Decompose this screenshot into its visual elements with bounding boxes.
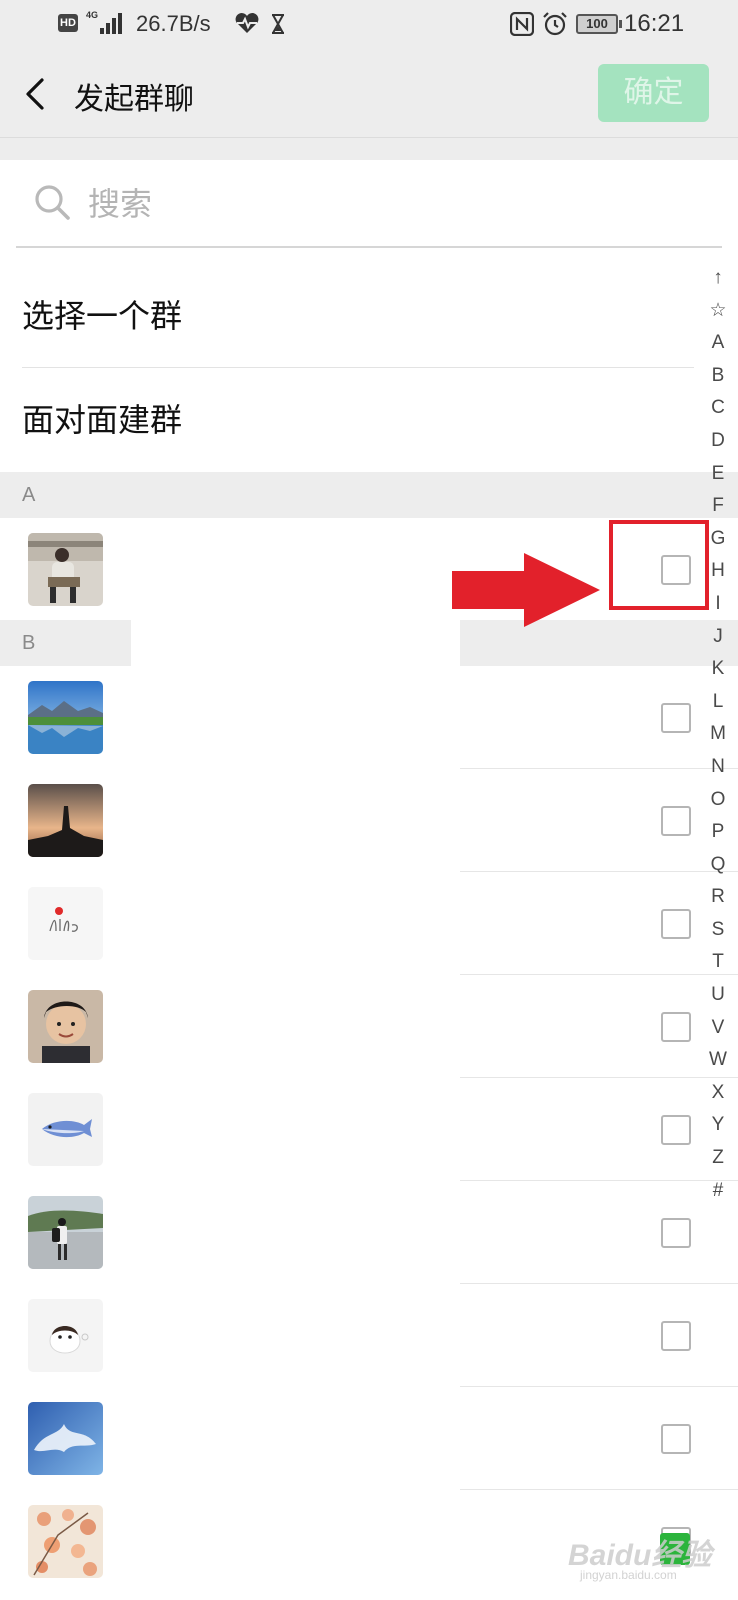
highlight-box <box>609 520 709 610</box>
hourglass-icon <box>272 14 284 34</box>
index-item-up[interactable]: ↑ <box>700 262 736 295</box>
title-bar: 发起群聊 确定 <box>0 50 738 138</box>
avatar <box>28 681 103 754</box>
avatar <box>28 1505 103 1578</box>
index-item-star[interactable]: ☆ <box>700 295 736 328</box>
red-arrow-icon <box>452 553 600 627</box>
select-checkbox[interactable] <box>661 806 691 836</box>
search-icon <box>35 185 70 220</box>
avatar <box>28 1402 103 1475</box>
index-item-l[interactable]: L <box>700 686 736 719</box>
network-type-label: 4G <box>86 10 99 20</box>
index-item-f[interactable]: F <box>700 490 736 523</box>
battery-indicator: 100 <box>576 14 622 34</box>
alphabet-index-bar[interactable]: ↑ ☆ A B C D E F G H I J K L M N O P Q R … <box>700 262 736 1207</box>
contact-row[interactable] <box>0 975 738 1078</box>
contact-row[interactable] <box>0 1078 738 1181</box>
select-checkbox[interactable] <box>661 1012 691 1042</box>
watermark-subtext: jingyan.baidu.com <box>580 1568 677 1582</box>
index-item-r[interactable]: R <box>700 881 736 914</box>
health-heart-icon <box>235 13 259 34</box>
hd-voice-icon: HD <box>58 14 78 32</box>
index-item-o[interactable]: O <box>700 784 736 817</box>
contact-row[interactable] <box>0 1284 738 1387</box>
index-item-c[interactable]: C <box>700 392 736 425</box>
avatar <box>28 1093 103 1166</box>
alarm-icon <box>543 12 567 36</box>
nfc-icon <box>510 12 534 36</box>
select-checkbox[interactable] <box>661 1115 691 1145</box>
index-item-j[interactable]: J <box>700 621 736 654</box>
index-item-k[interactable]: K <box>700 653 736 686</box>
index-item-v[interactable]: V <box>700 1012 736 1045</box>
avatar <box>28 990 103 1063</box>
network-speed: 26.7B/s <box>136 11 211 36</box>
avatar <box>28 1299 103 1372</box>
status-bar: HD 4G 26.7B/s 100 16:21 <box>0 0 738 50</box>
index-item-q[interactable]: Q <box>700 849 736 882</box>
index-item-d[interactable]: D <box>700 425 736 458</box>
search-input[interactable] <box>88 182 648 226</box>
section-header-a: A <box>0 472 738 518</box>
index-item-p[interactable]: P <box>700 816 736 849</box>
search-bar[interactable] <box>16 160 722 248</box>
index-item-n[interactable]: N <box>700 751 736 784</box>
avatar <box>28 887 103 960</box>
avatar <box>28 784 103 857</box>
index-item-t[interactable]: T <box>700 946 736 979</box>
index-item-y[interactable]: Y <box>700 1109 736 1142</box>
index-item-x[interactable]: X <box>700 1077 736 1110</box>
section-gap <box>0 138 738 160</box>
index-item-u[interactable]: U <box>700 979 736 1012</box>
select-checkbox[interactable] <box>661 1424 691 1454</box>
avatar <box>28 533 103 606</box>
contact-row[interactable] <box>0 769 738 872</box>
back-arrow-icon[interactable] <box>18 72 58 116</box>
contact-row[interactable] <box>0 872 738 975</box>
index-item-a[interactable]: A <box>700 327 736 360</box>
index-item-m[interactable]: M <box>700 718 736 751</box>
select-checkbox[interactable] <box>661 909 691 939</box>
contact-row[interactable] <box>0 666 738 769</box>
confirm-button[interactable]: 确定 <box>598 64 709 122</box>
signal-icon <box>100 12 126 34</box>
index-item-e[interactable]: E <box>700 458 736 491</box>
select-checkbox[interactable] <box>661 1321 691 1351</box>
face-to-face-group-option[interactable]: 面对面建群 <box>22 368 694 472</box>
select-group-option[interactable]: 选择一个群 <box>22 264 694 368</box>
section-header-b: B <box>0 620 131 666</box>
contact-row[interactable] <box>0 1181 738 1284</box>
page-title: 发起群聊 <box>74 82 194 117</box>
index-item-s[interactable]: S <box>700 914 736 947</box>
select-checkbox[interactable] <box>661 1218 691 1248</box>
contact-row[interactable] <box>0 1387 738 1490</box>
index-item-z[interactable]: Z <box>700 1142 736 1175</box>
avatar <box>28 1196 103 1269</box>
index-item-w[interactable]: W <box>700 1044 736 1077</box>
index-item-b[interactable]: B <box>700 360 736 393</box>
select-checkbox[interactable] <box>661 703 691 733</box>
clock: 16:21 <box>624 10 685 37</box>
index-item-hash[interactable]: # <box>700 1175 736 1208</box>
